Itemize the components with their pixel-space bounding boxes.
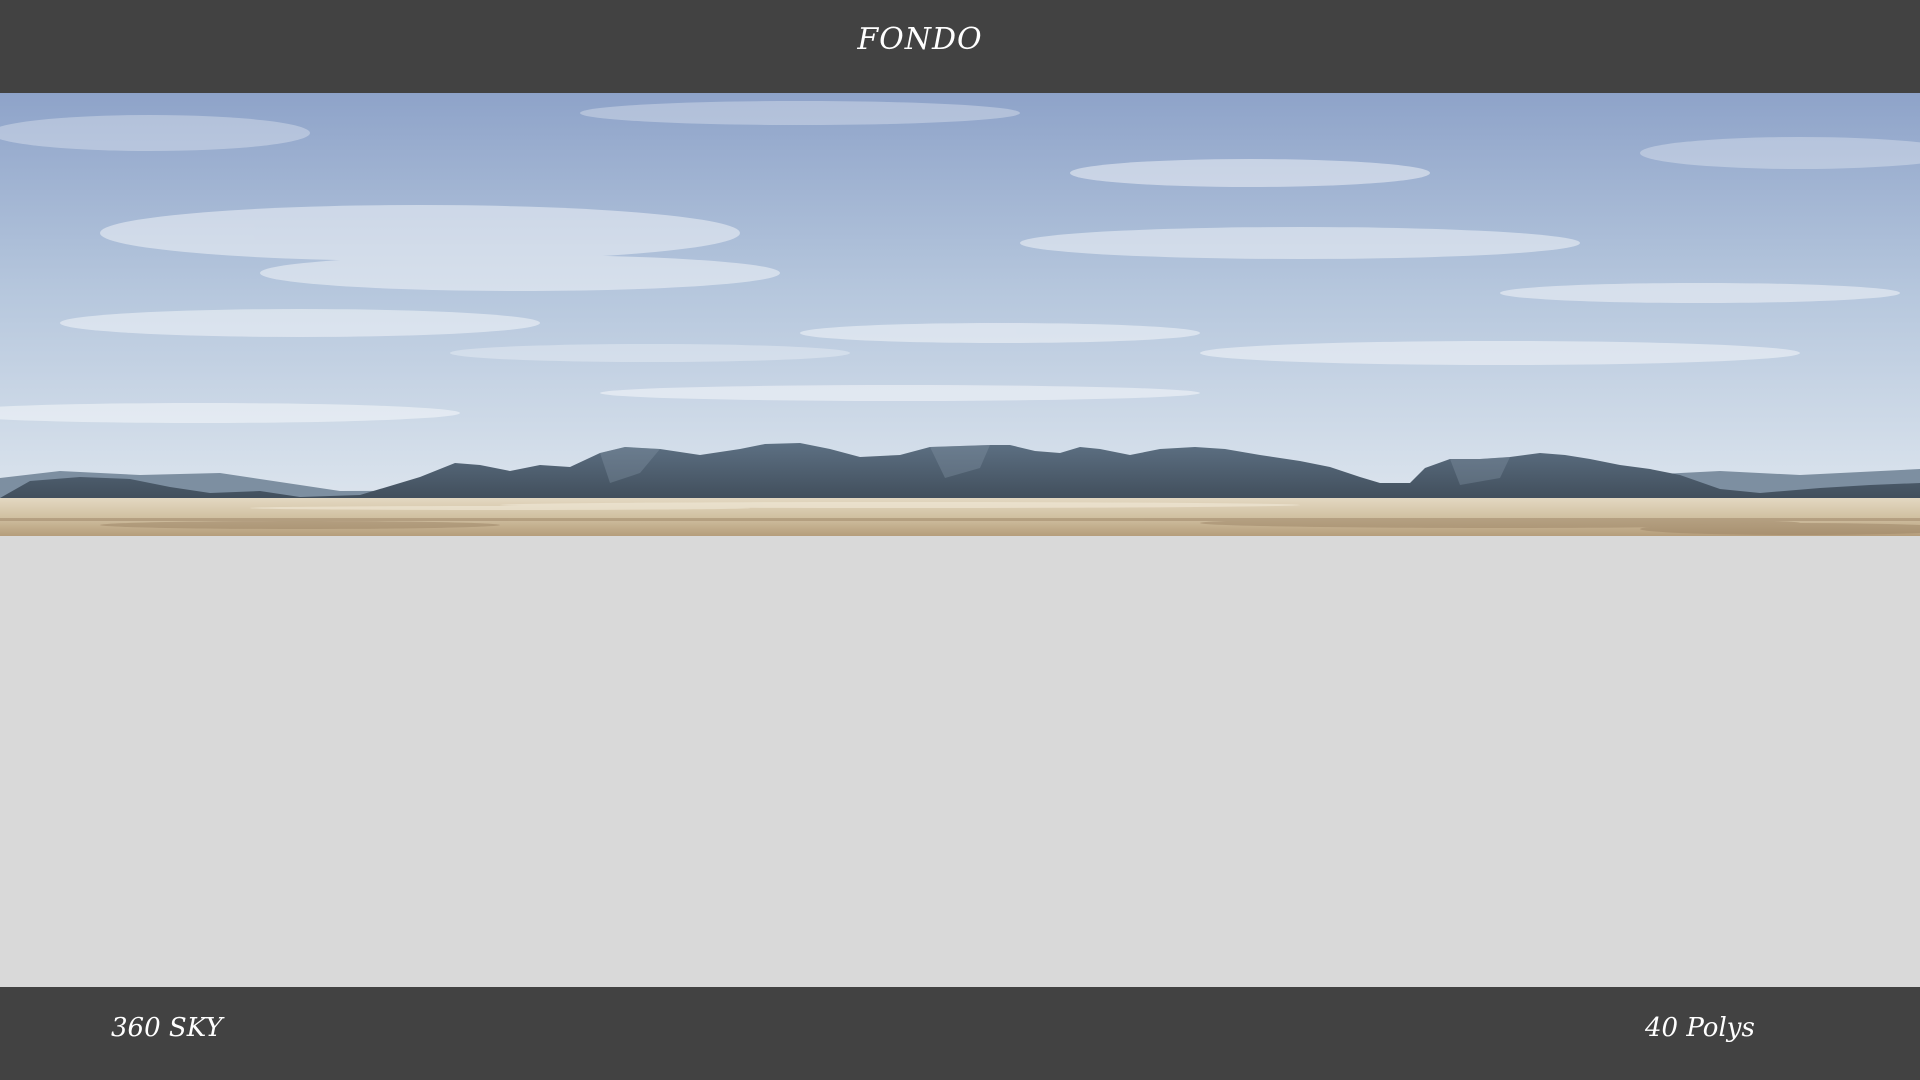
footer-bar: 360 SKY 40 Polys	[0, 987, 1920, 1080]
sky-panorama-image	[0, 93, 1920, 536]
page-title: FONDO	[857, 22, 983, 57]
footer-left-label: 360 SKY	[111, 1013, 223, 1043]
footer-right-label: 40 Polys	[1645, 1013, 1755, 1043]
header-bar: FONDO	[0, 0, 1920, 93]
content-area	[0, 536, 1920, 987]
